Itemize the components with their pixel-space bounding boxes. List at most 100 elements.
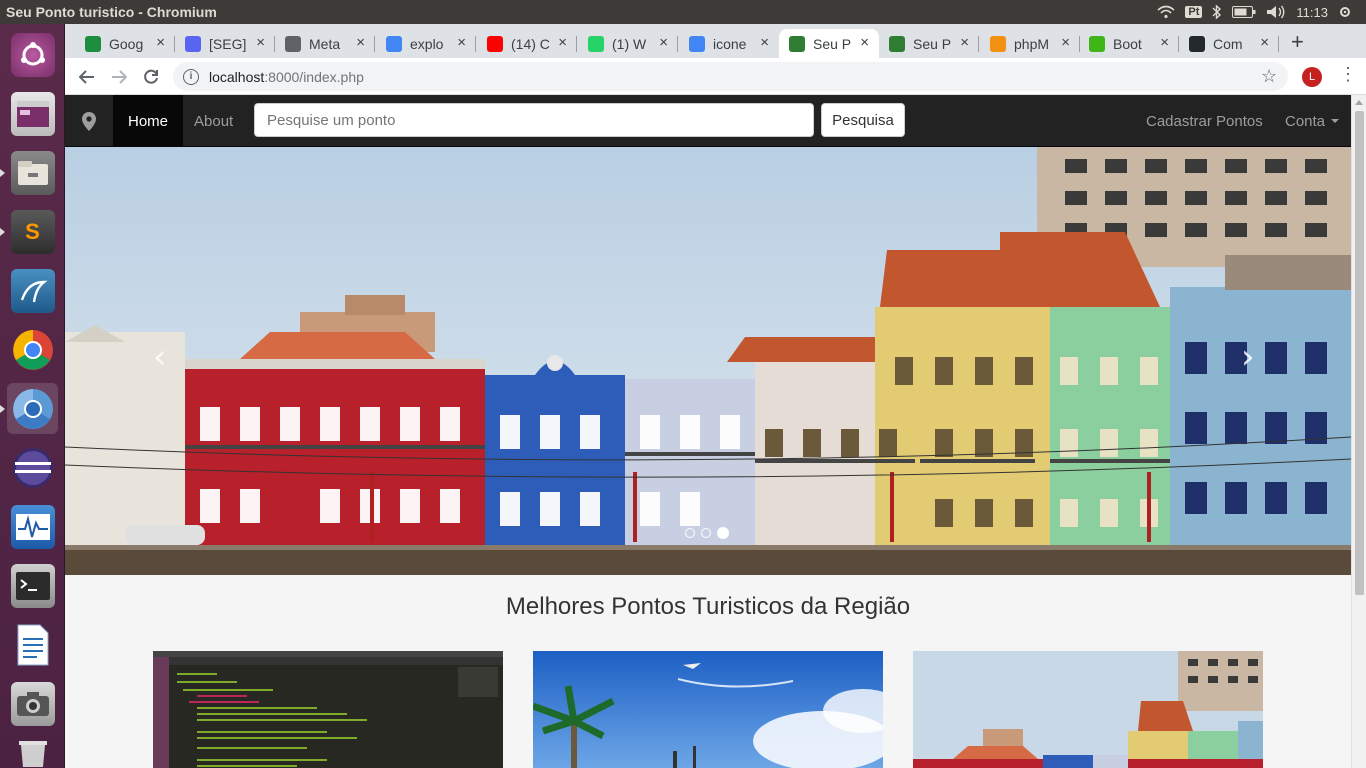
carousel-indicator[interactable] — [685, 528, 695, 538]
browser-tab[interactable]: Boot × — [1079, 29, 1179, 58]
tab-close-icon[interactable]: × — [1260, 34, 1269, 51]
launcher: S — [0, 24, 65, 768]
nav-about[interactable]: About — [179, 95, 248, 147]
tab-close-icon[interactable]: × — [256, 34, 265, 51]
reload-icon[interactable] — [139, 65, 163, 89]
tab-close-icon[interactable]: × — [1061, 34, 1070, 51]
map-marker-icon[interactable] — [77, 109, 101, 133]
tab-favicon-icon — [185, 35, 201, 52]
hero-carousel: ‹ › — [65, 147, 1351, 575]
tab-favicon-icon — [1089, 35, 1105, 52]
tab-close-icon[interactable]: × — [960, 34, 969, 51]
tab-close-icon[interactable]: × — [558, 34, 567, 51]
browser-tab[interactable]: phpM × — [980, 29, 1080, 58]
tab-strip: Goog × [SEG] × Meta × explo × (14) C × (1) W × icone… — [65, 24, 1366, 58]
nav-account-dropdown[interactable]: Conta — [1270, 95, 1354, 147]
wifi-icon[interactable] — [1157, 5, 1175, 19]
page-viewport: Home About Pesquisa Cadastrar Pontos Con… — [65, 95, 1366, 768]
browser-tab[interactable]: explo × — [376, 29, 476, 58]
battery-icon[interactable] — [1232, 6, 1256, 18]
tab-separator — [374, 36, 375, 52]
volume-icon[interactable] — [1266, 5, 1286, 19]
scrollbar-thumb[interactable] — [1355, 111, 1364, 595]
power-gear-icon[interactable] — [1338, 5, 1352, 19]
window-title: Seu Ponto turistico - Chromium — [6, 4, 217, 20]
tab-close-icon[interactable]: × — [457, 34, 466, 51]
browser-tab[interactable]: Seu P × — [879, 29, 979, 58]
point-thumbnail[interactable] — [913, 651, 1263, 768]
mysql-workbench-icon[interactable] — [7, 265, 58, 316]
carousel-slide-image — [65, 147, 1351, 575]
beach-palms-image — [533, 651, 883, 768]
menu-kebab-icon[interactable]: ⋮ — [1339, 64, 1357, 85]
address-bar[interactable]: i localhost:8000/index.php — [173, 62, 1288, 91]
browser-tab[interactable]: Com × — [1179, 29, 1279, 58]
tab-label: (1) W — [612, 35, 647, 52]
browser-tab[interactable]: (1) W × — [578, 29, 678, 58]
new-tab-button[interactable]: + — [1291, 29, 1304, 55]
keyboard-layout-indicator[interactable]: Pt — [1185, 6, 1203, 18]
tab-label: Seu P — [813, 35, 852, 52]
tab-close-icon[interactable]: × — [760, 34, 769, 51]
scroll-up-icon[interactable] — [1355, 100, 1363, 105]
browser-tab[interactable]: Seu P × — [779, 29, 879, 58]
colorful-houses-image — [913, 651, 1263, 768]
tab-favicon-icon — [789, 35, 805, 52]
system-monitor-icon[interactable] — [7, 501, 58, 552]
chromium-icon[interactable] — [0, 383, 58, 434]
carousel-indicator[interactable] — [701, 528, 711, 538]
search-button[interactable]: Pesquisa — [821, 103, 905, 137]
google-chrome-icon[interactable] — [7, 324, 58, 375]
forward-arrow-icon[interactable] — [107, 65, 131, 89]
tab-favicon-icon — [487, 35, 503, 52]
files-icon[interactable] — [0, 147, 58, 198]
tab-favicon-icon — [889, 35, 905, 52]
point-thumbnail[interactable] — [533, 651, 883, 768]
eclipse-icon[interactable] — [7, 442, 58, 493]
nav-home[interactable]: Home — [113, 95, 184, 147]
tab-close-icon[interactable]: × — [156, 34, 165, 51]
carousel-indicator[interactable] — [717, 527, 729, 539]
tab-favicon-icon — [990, 35, 1006, 52]
tab-close-icon[interactable]: × — [1160, 34, 1169, 51]
tab-label: Seu P — [913, 35, 952, 52]
libreoffice-writer-icon[interactable] — [7, 619, 58, 670]
tab-separator — [475, 36, 476, 52]
workspace-switcher-icon[interactable] — [7, 88, 58, 139]
tab-favicon-icon — [588, 35, 604, 52]
tab-label: Goog — [109, 35, 144, 52]
back-arrow-icon[interactable] — [75, 65, 99, 89]
browser-tab[interactable]: (14) C × — [477, 29, 577, 58]
browser-tab[interactable]: Goog × — [75, 29, 175, 58]
tab-close-icon[interactable]: × — [860, 34, 869, 51]
trash-icon[interactable] — [7, 737, 58, 767]
bluetooth-icon[interactable] — [1212, 4, 1222, 20]
tab-close-icon[interactable]: × — [659, 34, 668, 51]
caret-down-icon — [1331, 119, 1340, 123]
clock[interactable]: 11:13 — [1296, 5, 1328, 20]
tourist-points-grid — [153, 651, 1263, 768]
section-title: Melhores Pontos Turisticos da Região — [505, 593, 911, 620]
carousel-indicators — [685, 527, 729, 539]
point-thumbnail[interactable] — [153, 651, 503, 768]
terminal-icon[interactable] — [7, 560, 58, 611]
sublime-text-icon[interactable]: S — [0, 206, 58, 257]
profile-avatar[interactable]: L — [1302, 67, 1322, 87]
search-input[interactable] — [254, 103, 814, 137]
tab-favicon-icon — [1189, 35, 1205, 52]
page-scrollbar[interactable] — [1351, 95, 1366, 768]
nav-register-points[interactable]: Cadastrar Pontos — [1131, 95, 1278, 147]
site-info-icon[interactable]: i — [183, 68, 199, 85]
carousel-prev-icon[interactable]: ‹ — [153, 337, 167, 377]
carousel-next-icon[interactable]: › — [1241, 337, 1255, 377]
browser-tab[interactable]: icone × — [679, 29, 779, 58]
tab-label: Boot — [1113, 35, 1142, 52]
nav-account-label: Conta — [1285, 112, 1326, 130]
screenshot-icon[interactable] — [7, 678, 58, 729]
bookmark-star-icon[interactable]: ☆ — [1261, 66, 1277, 87]
tab-close-icon[interactable]: × — [356, 34, 365, 51]
ubuntu-dash-icon[interactable] — [7, 29, 58, 80]
browser-tab[interactable]: [SEG] × — [175, 29, 275, 58]
tab-separator — [677, 36, 678, 52]
browser-tab[interactable]: Meta × — [275, 29, 375, 58]
